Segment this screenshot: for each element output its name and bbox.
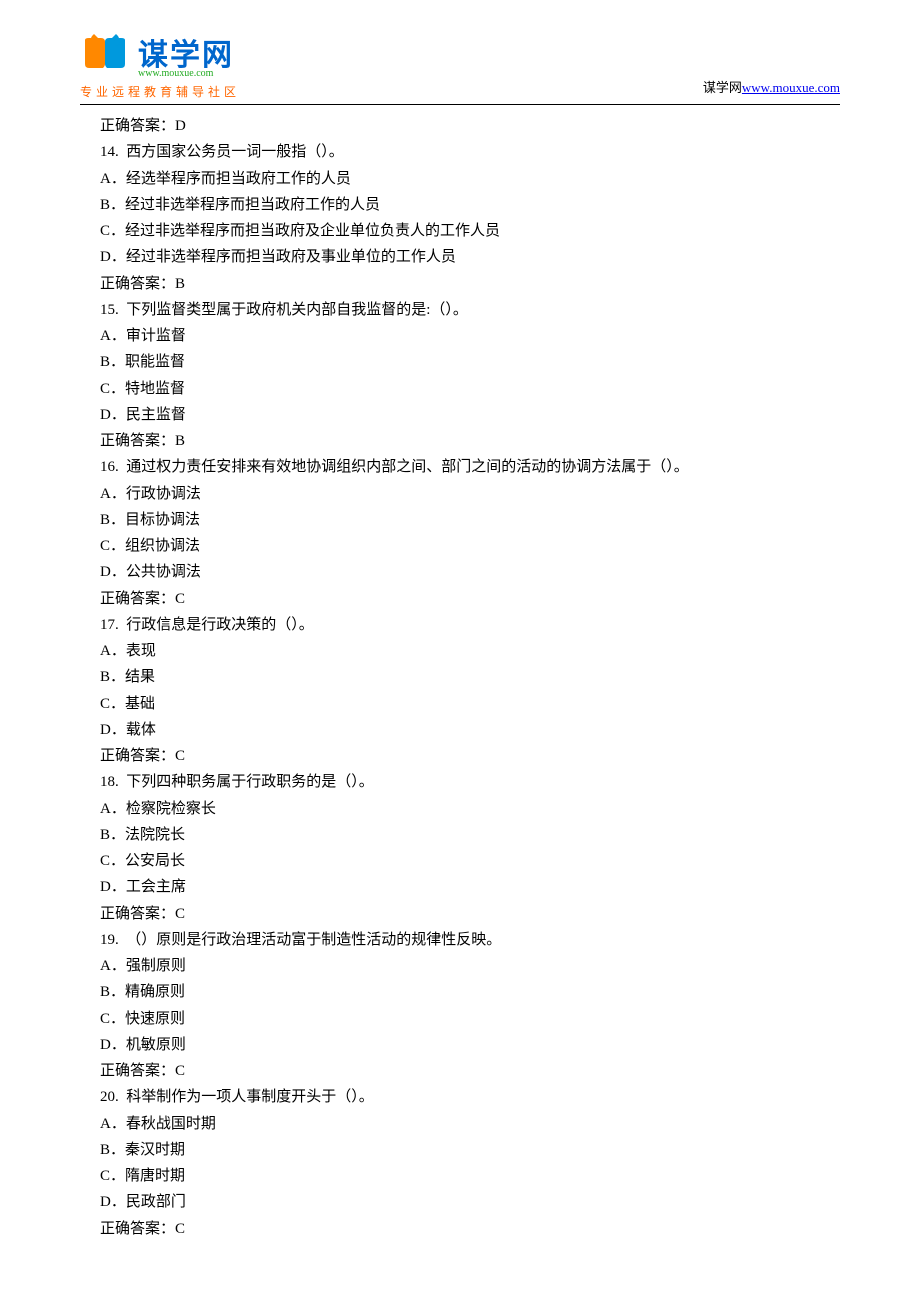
- logo-area: 谋学网 www.mouxue.com 专业远程教育辅导社区: [80, 30, 240, 100]
- text-line: D．工会主席: [100, 874, 820, 900]
- text-line: 正确答案：B: [100, 271, 820, 297]
- text-line: B．秦汉时期: [100, 1137, 820, 1163]
- text-line: 正确答案：C: [100, 901, 820, 927]
- text-line: C．特地监督: [100, 376, 820, 402]
- text-line: B．经过非选举程序而担当政府工作的人员: [100, 192, 820, 218]
- text-line: B．目标协调法: [100, 507, 820, 533]
- text-line: A．行政协调法: [100, 481, 820, 507]
- header-link[interactable]: www.mouxue.com: [742, 80, 840, 95]
- text-line: D．载体: [100, 717, 820, 743]
- text-line: D．机敏原则: [100, 1032, 820, 1058]
- text-line: 正确答案：C: [100, 743, 820, 769]
- text-line: D．公共协调法: [100, 559, 820, 585]
- text-line: A．表现: [100, 638, 820, 664]
- text-line: 18. 下列四种职务属于行政职务的是（）。: [100, 769, 820, 795]
- header-divider: [80, 104, 840, 105]
- text-line: D．民政部门: [100, 1189, 820, 1215]
- header-right-prefix: 谋学网: [703, 80, 742, 95]
- text-line: C．基础: [100, 691, 820, 717]
- text-line: C．经过非选举程序而担当政府及企业单位负责人的工作人员: [100, 218, 820, 244]
- header-right: 谋学网www.mouxue.com: [703, 77, 840, 100]
- text-line: B．结果: [100, 664, 820, 690]
- text-line: 16. 通过权力责任安排来有效地协调组织内部之间、部门之间的活动的协调方法属于（…: [100, 454, 820, 480]
- logo-url: www.mouxue.com: [138, 68, 240, 79]
- text-line: A．强制原则: [100, 953, 820, 979]
- text-line: C．组织协调法: [100, 533, 820, 559]
- text-line: B．精确原则: [100, 979, 820, 1005]
- text-line: 正确答案：C: [100, 1058, 820, 1084]
- text-line: 14. 西方国家公务员一词一般指（）。: [100, 139, 820, 165]
- text-line: D．经过非选举程序而担当政府及事业单位的工作人员: [100, 244, 820, 270]
- text-line: C．快速原则: [100, 1006, 820, 1032]
- book-icon: [80, 32, 130, 72]
- text-line: 正确答案：B: [100, 428, 820, 454]
- text-line: A．审计监督: [100, 323, 820, 349]
- text-line: A．检察院检察长: [100, 796, 820, 822]
- text-line: 17. 行政信息是行政决策的（）。: [100, 612, 820, 638]
- text-line: C．隋唐时期: [100, 1163, 820, 1189]
- text-line: 20. 科举制作为一项人事制度开头于（）。: [100, 1084, 820, 1110]
- logo-tagline: 专业远程教育辅导社区: [80, 83, 240, 100]
- text-line: 正确答案：C: [100, 586, 820, 612]
- document-content: 正确答案：D14. 西方国家公务员一词一般指（）。A．经选举程序而担当政府工作的…: [0, 113, 920, 1242]
- text-line: B．法院院长: [100, 822, 820, 848]
- text-line: 正确答案：C: [100, 1216, 820, 1242]
- text-line: 19. （）原则是行政治理活动富于制造性活动的规律性反映。: [100, 927, 820, 953]
- text-line: B．职能监督: [100, 349, 820, 375]
- page-header: 谋学网 www.mouxue.com 专业远程教育辅导社区 谋学网www.mou…: [0, 0, 920, 100]
- text-line: A．经选举程序而担当政府工作的人员: [100, 166, 820, 192]
- text-line: A．春秋战国时期: [100, 1111, 820, 1137]
- text-line: C．公安局长: [100, 848, 820, 874]
- text-line: D．民主监督: [100, 402, 820, 428]
- text-line: 15. 下列监督类型属于政府机关内部自我监督的是:（）。: [100, 297, 820, 323]
- text-line: 正确答案：D: [100, 113, 820, 139]
